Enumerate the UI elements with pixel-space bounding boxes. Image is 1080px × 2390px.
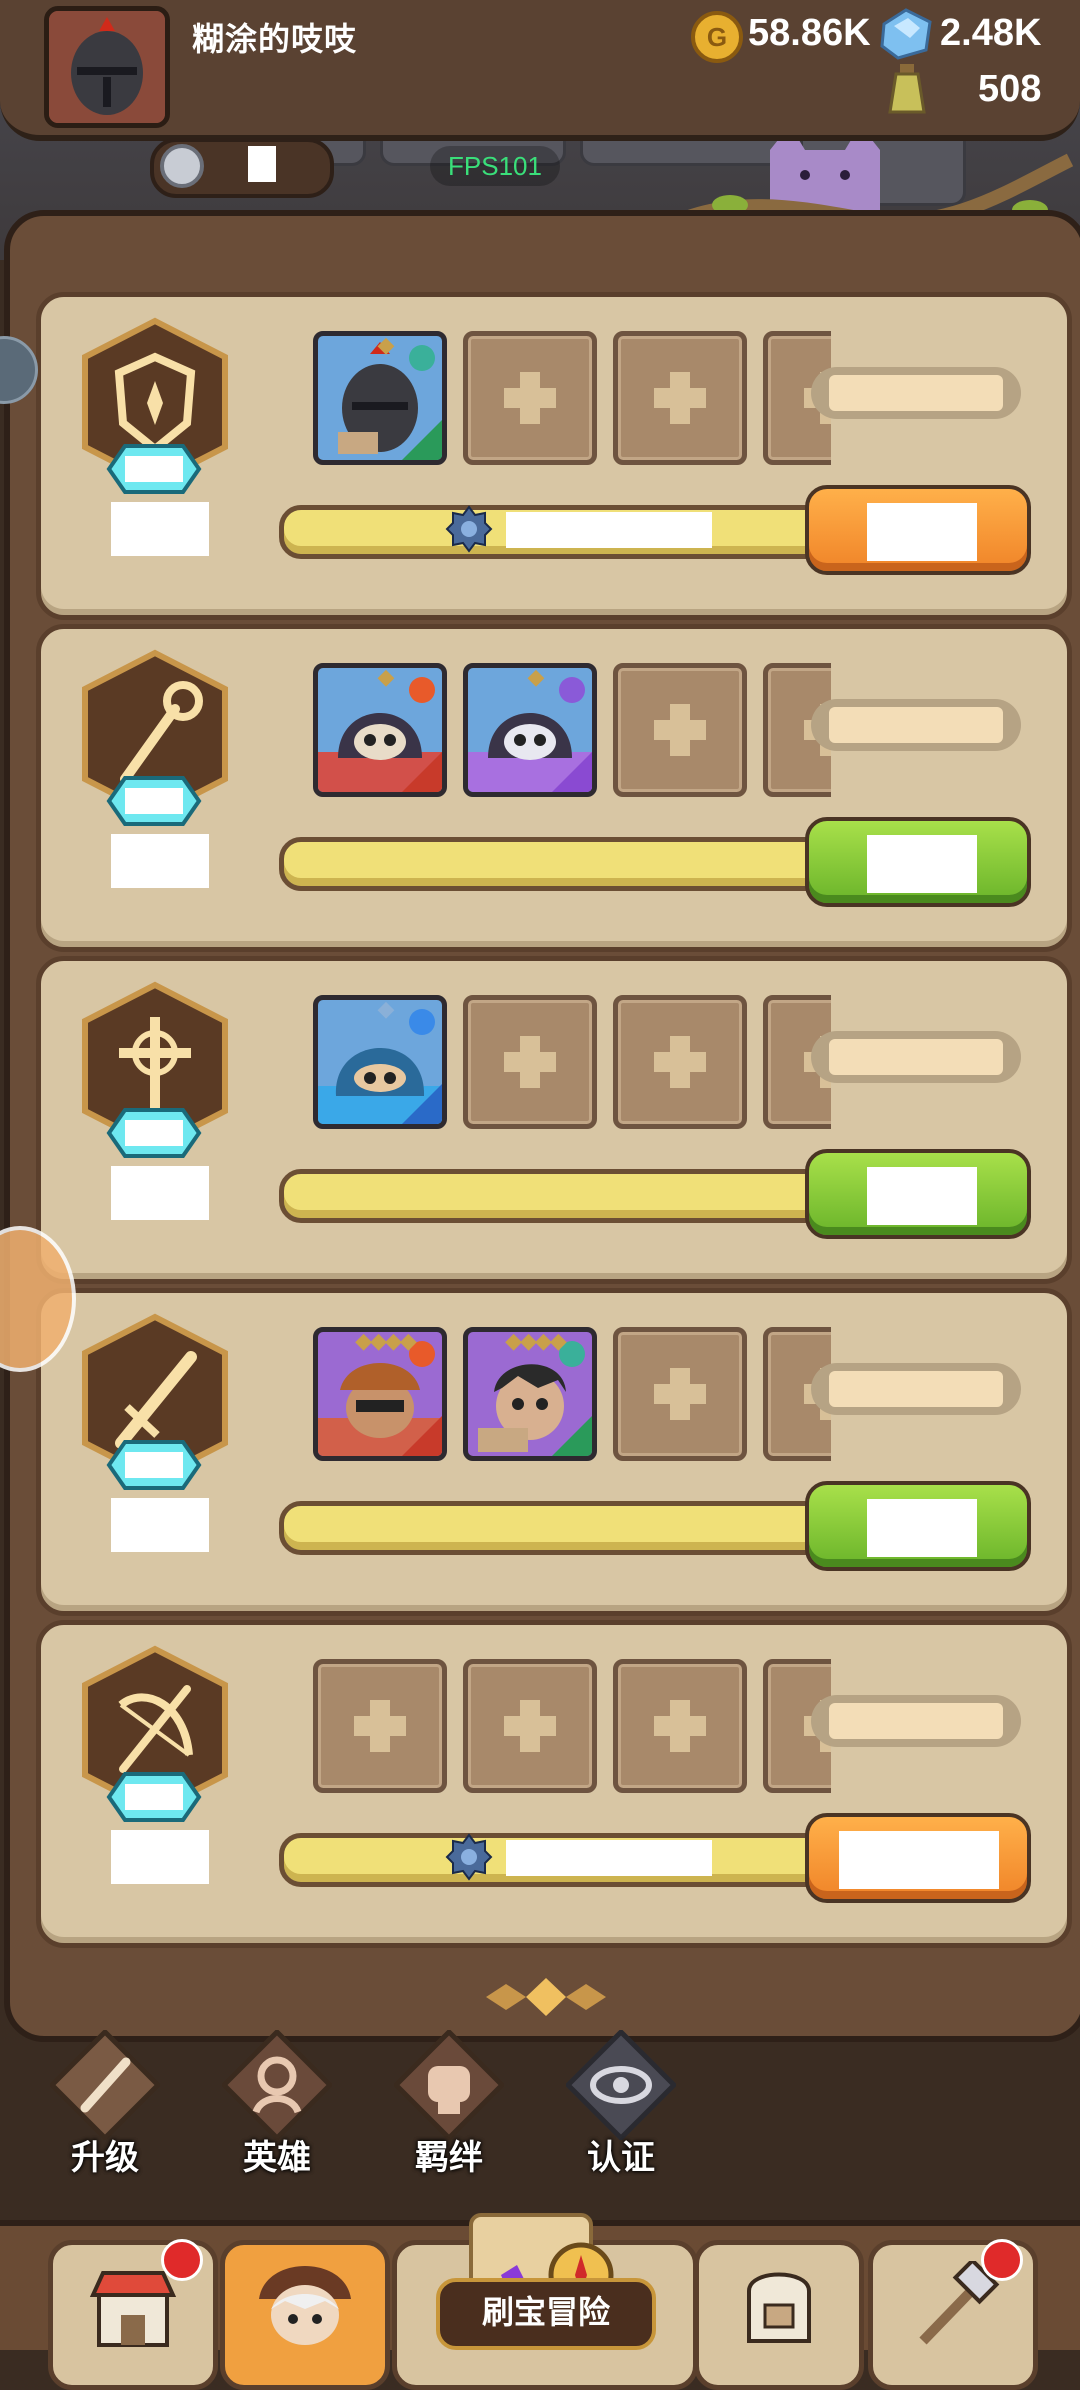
- team-progress-bar: [279, 1169, 849, 1223]
- empty-hero-slot[interactable]: [613, 331, 747, 465]
- backpack-dock-button[interactable]: [694, 2240, 864, 2390]
- gear-marker-icon: [445, 1833, 493, 1881]
- potion-bottle-icon: [888, 64, 926, 114]
- empty-hero-slot[interactable]: [313, 1659, 447, 1793]
- gem-amount: 2.48K: [940, 12, 1042, 54]
- hero-slot-filled[interactable]: ◆◆◆◆: [313, 1327, 447, 1461]
- eye-certify-icon: [566, 2030, 676, 2140]
- hero-stars: ◆◆◆◆: [355, 1328, 417, 1353]
- hero-slots: ◆◆◆◆ ◆◆◆◆: [191, 1293, 831, 1613]
- empty-hero-slot[interactable]: [613, 1659, 747, 1793]
- tab-certify-label: 认证: [587, 2139, 655, 2177]
- forge-dock-button[interactable]: [868, 2239, 1038, 2390]
- empty-hero-slot[interactable]: [613, 663, 747, 797]
- tab-upgrade-label: 升级: [71, 2139, 139, 2177]
- hero-slots: ◆ ◆: [191, 629, 831, 949]
- team-power-pill: [811, 1363, 1021, 1415]
- silver-coin-icon: [160, 144, 204, 188]
- tab-heroes[interactable]: 英雄: [202, 2030, 352, 2200]
- plus-icon: [504, 1036, 556, 1088]
- notification-badge: [161, 2239, 203, 2281]
- plus-icon: [654, 372, 706, 424]
- empty-hero-slot[interactable]: [463, 995, 597, 1129]
- fist-bond-icon: [394, 2030, 504, 2140]
- heroes-dock-button[interactable]: [220, 2240, 390, 2390]
- hero-stars: ◆: [377, 996, 395, 1021]
- tab-bond[interactable]: 羁绊: [374, 2030, 524, 2200]
- player-avatar[interactable]: [44, 6, 170, 128]
- svg-text:G: G: [707, 22, 727, 52]
- hero-slots: ◆: [191, 961, 831, 1281]
- shop-button[interactable]: [48, 2239, 218, 2390]
- empty-hero-slot[interactable]: [463, 1659, 597, 1793]
- team-card-4: ◆◆◆◆ ◆◆◆◆: [36, 1288, 1072, 1616]
- plus-icon: [654, 1368, 706, 1420]
- hero-slots: [191, 1625, 831, 1945]
- hero-slot-filled[interactable]: ◆◆◆◆: [463, 1327, 597, 1461]
- potion-amount: 508: [978, 68, 1042, 110]
- tab-certify[interactable]: 认证: [546, 2030, 696, 2200]
- team-progress-bar: [279, 505, 849, 559]
- hero-slot-filled[interactable]: ◆: [313, 331, 447, 465]
- hero-portrait-icon: [259, 2266, 351, 2345]
- plus-icon: [654, 704, 706, 756]
- hero-stars: ◆: [377, 332, 395, 357]
- team-power-pill: [811, 1031, 1021, 1083]
- gear-marker-icon: [445, 505, 493, 553]
- team-power-pill: [811, 699, 1021, 751]
- empty-hero-slot[interactable]: [463, 331, 597, 465]
- team-progress-bar: [279, 1833, 849, 1887]
- backpack-icon: [747, 2272, 811, 2343]
- team-action-button[interactable]: [805, 817, 1031, 907]
- team-action-button[interactable]: [805, 1149, 1031, 1239]
- gold-amount: 58.86K: [748, 12, 871, 54]
- plus-icon: [654, 1700, 706, 1752]
- fps-indicator: FPS101: [430, 146, 560, 186]
- sword-upgrade-icon: [50, 2030, 160, 2140]
- team-card-1: ◆: [36, 292, 1072, 620]
- page-indicator-icon: [486, 1978, 606, 2016]
- team-card-5: [36, 1620, 1072, 1948]
- gem-icon: [880, 8, 932, 60]
- hero-stars: ◆◆◆◆: [505, 1328, 567, 1353]
- tab-heroes-label: 英雄: [243, 2139, 311, 2177]
- hero-slot-filled[interactable]: ◆: [313, 995, 447, 1129]
- adventure-label[interactable]: 刷宝冒险: [436, 2278, 656, 2350]
- hero-icon: [222, 2030, 332, 2140]
- team-card-2: ◆ ◆: [36, 624, 1072, 952]
- notification-badge: [981, 2239, 1023, 2281]
- tab-upgrade[interactable]: 升级: [30, 2030, 180, 2200]
- silver-amount-redacted: [248, 146, 276, 182]
- top-header: 糊涂的吱吱 G 58.86K 2.48K 508: [0, 0, 1080, 141]
- knight-helmet-icon: [49, 11, 165, 123]
- team-power-pill: [811, 1695, 1021, 1747]
- hero-stars: ◆: [527, 664, 545, 689]
- nav-tabs: 升级 英雄 羁绊 认证: [0, 2030, 1080, 2200]
- progress-text-redacted: [506, 512, 712, 548]
- team-action-button[interactable]: [805, 1481, 1031, 1571]
- team-card-3: ◆: [36, 956, 1072, 1284]
- team-board: ◆ ◆ ◆ ◆ ◆◆◆◆ ◆◆◆◆: [4, 210, 1080, 2042]
- empty-hero-slot[interactable]: [613, 995, 747, 1129]
- shop-icon: [89, 2271, 177, 2347]
- team-action-button[interactable]: [805, 485, 1031, 575]
- plus-icon: [354, 1700, 406, 1752]
- silver-currency-bar[interactable]: [150, 138, 334, 198]
- gold-coin-icon: G: [691, 11, 743, 63]
- team-power-pill: [811, 367, 1021, 419]
- player-name: 糊涂的吱吱: [192, 21, 358, 57]
- hero-slot-filled[interactable]: ◆: [463, 663, 597, 797]
- plus-icon: [504, 372, 556, 424]
- team-progress-bar: [279, 837, 849, 891]
- team-action-button[interactable]: [805, 1813, 1031, 1903]
- progress-text-redacted: [506, 1840, 712, 1876]
- hero-stars: ◆: [377, 664, 395, 689]
- team-progress-bar: [279, 1501, 849, 1555]
- plus-icon: [654, 1036, 706, 1088]
- empty-hero-slot[interactable]: [613, 1327, 747, 1461]
- hero-slots: ◆: [191, 297, 831, 617]
- tab-bond-label: 羁绊: [415, 2139, 483, 2177]
- plus-icon: [504, 1700, 556, 1752]
- hero-slot-filled[interactable]: ◆: [313, 663, 447, 797]
